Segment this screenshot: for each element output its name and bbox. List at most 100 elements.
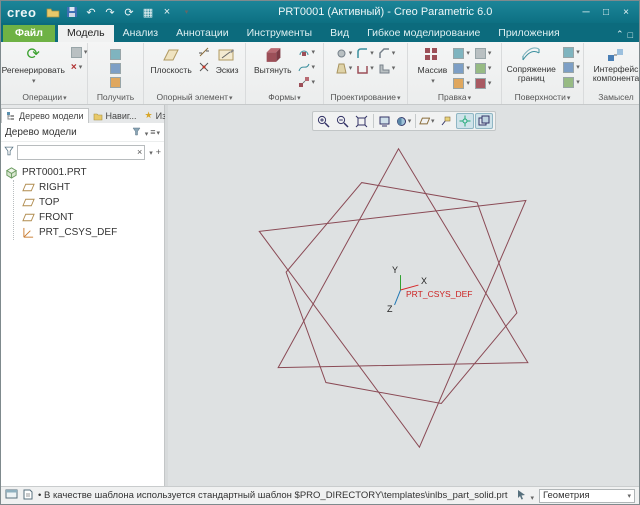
search-clear-icon[interactable]: × — [137, 148, 142, 157]
group-label-datum[interactable]: Опорный элемент — [146, 92, 243, 104]
tree-root[interactable]: PRT0001.PRT — [5, 165, 164, 180]
pattern-button[interactable]: Массив — [416, 44, 450, 86]
list-icon: ≡ — [150, 127, 155, 137]
datum-display-button[interactable] — [418, 113, 436, 129]
tab-tools[interactable]: Инструменты — [238, 25, 321, 42]
tree-item-front[interactable]: FRONT — [22, 210, 164, 225]
selection-appearance-button[interactable] — [516, 489, 534, 502]
sketch-triangle-up[interactable] — [278, 149, 528, 368]
sketch-hexagon[interactable] — [286, 183, 517, 404]
tree-item-csys[interactable]: PRT_CSYS_DEF — [22, 225, 164, 240]
datum-point-button[interactable] — [196, 60, 212, 74]
close-button[interactable]: × — [617, 4, 635, 20]
regenerate-button[interactable]: ⟳ Регенерировать — [0, 44, 67, 86]
spin-center-icon — [459, 115, 471, 127]
tab-view[interactable]: Вид — [321, 25, 358, 42]
minimize-button[interactable]: ─ — [577, 4, 595, 20]
datum-axis-button[interactable] — [196, 45, 212, 59]
sketch-triangle-down[interactable] — [259, 200, 526, 447]
zoom-out-button[interactable] — [334, 113, 352, 129]
annotation-display-button[interactable] — [437, 113, 455, 129]
component-interface-button[interactable]: Интерфейс компонента — [588, 44, 640, 85]
selection-filter-select[interactable]: Геометрия — [539, 489, 635, 503]
display-style-button[interactable] — [395, 113, 413, 129]
chamfer-button[interactable] — [377, 46, 398, 60]
group-label-editing[interactable]: Правка — [410, 92, 499, 104]
blend-button[interactable] — [296, 75, 318, 89]
mirror-button[interactable] — [451, 46, 472, 60]
close-window-icon[interactable]: × — [159, 4, 174, 20]
tab-flexible-modeling[interactable]: Гибкое моделирование — [358, 25, 489, 42]
copy-button[interactable] — [69, 45, 90, 59]
delete-button[interactable]: × — [69, 60, 90, 74]
group-label-operations[interactable]: Операции — [4, 92, 85, 104]
refit-button[interactable] — [353, 113, 371, 129]
tree-filter-button[interactable] — [4, 146, 14, 158]
ribbon-options-icon[interactable]: □ — [628, 30, 633, 40]
shell-button[interactable] — [355, 61, 376, 75]
freestyle-button[interactable] — [561, 75, 582, 89]
collapse-ribbon-icon[interactable]: ⌃ — [616, 29, 624, 40]
style-button[interactable] — [561, 60, 582, 74]
import-button[interactable] — [108, 47, 123, 61]
zoom-in-button[interactable] — [315, 113, 333, 129]
offset-button[interactable] — [451, 76, 472, 90]
import-icon — [110, 49, 121, 60]
revolve-button[interactable] — [296, 45, 318, 59]
copy-geometry-button[interactable] — [108, 61, 123, 75]
undo-icon[interactable]: ↶ — [83, 4, 98, 20]
boundary-blend-button[interactable]: Сопряжение границ — [503, 44, 559, 85]
regenerate-quick-icon[interactable]: ⟳ — [121, 4, 136, 20]
ribbon-group-get-data: Получить данные — [88, 43, 144, 104]
datum-plane-button[interactable]: Плоскость — [149, 44, 194, 76]
graphics-area[interactable]: Y X Z PRT_CSYS_DEF — [168, 105, 639, 486]
tree-columns-button[interactable]: ≡ — [150, 128, 160, 137]
spin-center-button[interactable] — [456, 113, 474, 129]
sketch-button[interactable]: Эскиз — [214, 44, 241, 76]
rib-button[interactable] — [377, 61, 398, 75]
csys-label[interactable]: PRT_CSYS_DEF — [406, 289, 472, 299]
tree-item-right[interactable]: RIGHT — [22, 180, 164, 195]
view-manager-button[interactable] — [475, 113, 493, 129]
tab-model-tree[interactable]: Дерево модели — [1, 108, 89, 123]
group-label-get-data[interactable]: Получить данные — [90, 92, 141, 104]
tab-annotations[interactable]: Аннотации — [167, 25, 238, 42]
tab-model[interactable]: Модель — [58, 25, 114, 42]
tab-analysis[interactable]: Анализ — [114, 25, 167, 42]
full-screen-toggle-icon[interactable] — [5, 489, 18, 503]
tree-filter-settings-button[interactable] — [132, 127, 148, 138]
shrinkwrap-button[interactable] — [108, 75, 123, 89]
merge-button[interactable] — [451, 61, 472, 75]
zoom-in-icon — [317, 115, 330, 128]
tree-item-top[interactable]: TOP — [22, 195, 164, 210]
round-button[interactable] — [355, 46, 376, 60]
search-options-button[interactable] — [148, 148, 153, 157]
tab-applications[interactable]: Приложения — [489, 25, 568, 42]
group-label-shapes[interactable]: Формы — [248, 92, 321, 104]
repaint-button[interactable] — [376, 113, 394, 129]
message-log-icon[interactable] — [23, 489, 33, 503]
trim-button[interactable] — [473, 46, 494, 60]
group-label-engineering[interactable]: Проектирование — [326, 92, 405, 104]
extend-button[interactable] — [473, 61, 494, 75]
group-label-model-intent[interactable]: Замысел модели — [586, 92, 640, 104]
group-label-surfaces[interactable]: Поверхности — [504, 92, 581, 104]
window-layout-icon[interactable]: ▦ — [140, 4, 155, 20]
qat-customize-icon[interactable] — [178, 4, 193, 20]
tab-file[interactable]: Файл — [3, 25, 55, 42]
sweep-button[interactable] — [296, 60, 318, 74]
add-filter-button[interactable]: + — [156, 148, 161, 157]
save-icon[interactable] — [64, 4, 79, 20]
fill-button[interactable] — [561, 45, 582, 59]
tree-search-input[interactable] — [20, 147, 137, 157]
open-folder-icon[interactable] — [45, 4, 60, 20]
redo-icon[interactable]: ↷ — [102, 4, 117, 20]
project-button[interactable] — [473, 76, 494, 90]
maximize-button[interactable]: □ — [597, 4, 615, 20]
model-wireframe[interactable] — [168, 105, 639, 486]
extrude-button[interactable]: Вытянуть — [252, 44, 294, 76]
hole-button[interactable] — [334, 46, 355, 60]
draft-button[interactable] — [334, 61, 355, 75]
model-tree-header: Дерево модели ≡ — [1, 123, 164, 142]
tab-folder-browser[interactable]: Навиг... — [89, 109, 141, 123]
